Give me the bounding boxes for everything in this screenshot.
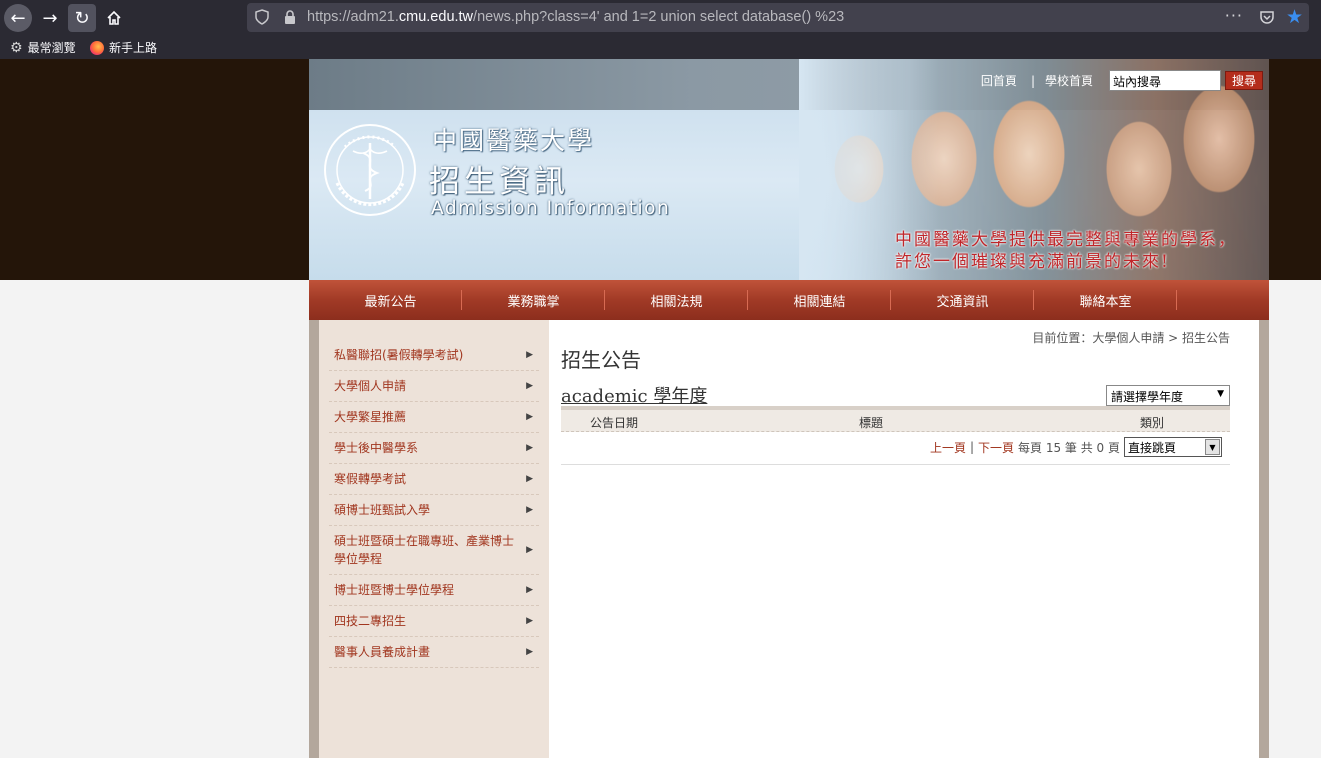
sidebar-item-label: 私醫聯招(暑假轉學考試) [334, 348, 464, 362]
back-icon[interactable]: ← [4, 4, 32, 32]
caret-down-icon: ▼ [1205, 439, 1220, 455]
site-container: 回首頁 | 學校首頁 站內搜尋 搜尋 中國醫藥大學 招生資訊 Admission… [309, 59, 1269, 758]
reload-icon[interactable]: ↻ [68, 4, 96, 32]
university-name: 中國醫藥大學 [432, 126, 595, 155]
pager-info: 每頁 15 筆 共 0 頁 [1018, 440, 1120, 455]
sidebar-item-winter-transfer[interactable]: 寒假轉學考試 ▶ [329, 464, 539, 495]
nav-traffic[interactable]: 交通資訊 [891, 280, 1034, 320]
home-link[interactable]: 回首頁 [981, 72, 1017, 89]
slogan-line-1: 中國醫藥大學提供最完整與專業的學系， [895, 230, 1237, 250]
sidebar-item-personal-application[interactable]: 大學個人申請 ▶ [329, 371, 539, 402]
column-date: 公告日期 [590, 416, 639, 430]
next-page-link[interactable]: 下一頁 [978, 439, 1014, 456]
bookmark-label: 新手上路 [109, 41, 158, 55]
arrow-right-icon: ▶ [526, 647, 533, 657]
bookmarks-toolbar: ⚙ 最常瀏覽 新手上路 [0, 36, 1321, 59]
gear-icon: ⚙ [10, 39, 23, 56]
header-banner: 回首頁 | 學校首頁 站內搜尋 搜尋 中國醫藥大學 招生資訊 Admission… [309, 59, 1269, 280]
more-actions-icon[interactable]: ··· [1225, 6, 1243, 25]
bookmark-most-visited[interactable]: ⚙ 最常瀏覽 [10, 39, 76, 56]
sidebar-item-label: 四技二專招生 [334, 614, 407, 628]
sidebar-item-masters-programs[interactable]: 碩士班暨碩士在職專班、產業博士學位學程 ▶ [329, 526, 539, 575]
home-icon[interactable] [100, 4, 128, 32]
right-border [1259, 320, 1269, 758]
main-content: 目前位置：大學個人申請 > 招生公告 招生公告 academic 學年度 請選擇… [549, 320, 1259, 758]
pager-separator: | [969, 440, 974, 454]
arrow-right-icon: ▶ [526, 616, 533, 626]
sidebar-item-label: 大學繁星推薦 [334, 410, 407, 424]
section-title: 招生資訊 [429, 164, 569, 200]
academic-year-select-value: 請選擇學年度 [1111, 390, 1184, 404]
url-text[interactable]: https://adm21.cmu.edu.tw/news.php?class=… [307, 9, 844, 25]
url-prefix: https://adm21. [307, 9, 399, 25]
sidebar-item-label: 醫事人員養成計畫 [334, 645, 431, 659]
pocket-icon[interactable] [1259, 9, 1275, 25]
arrow-right-icon: ▶ [526, 443, 533, 453]
caret-down-icon: ▼ [1217, 389, 1224, 399]
sidebar-item-label: 碩士班暨碩士在職專班、產業博士學位學程 [334, 534, 515, 566]
sidebar-item-medical-personnel-plan[interactable]: 醫事人員養成計畫 ▶ [329, 637, 539, 668]
top-links: 回首頁 | 學校首頁 站內搜尋 搜尋 [981, 70, 1263, 91]
sidebar-item-label: 大學個人申請 [334, 379, 407, 393]
section-title-english: Admission Information [431, 198, 671, 219]
sidebar-item-post-bacc-chinese-medicine[interactable]: 學士後中醫學系 ▶ [329, 433, 539, 464]
nav-duties[interactable]: 業務職掌 [462, 280, 605, 320]
nav-contact[interactable]: 聯絡本室 [1034, 280, 1177, 320]
sidebar: 私醫聯招(暑假轉學考試) ▶ 大學個人申請 ▶ 大學繁星推薦 ▶ 學士後中醫學系 ▶ 寒… [319, 320, 549, 758]
bookmark-getting-started[interactable]: 新手上路 [90, 39, 157, 56]
slogan: 中國醫藥大學提供最完整與專業的學系， 許您一個璀璨與充滿前景的未來! [895, 229, 1237, 273]
arrow-right-icon: ▶ [526, 505, 533, 515]
top-link-separator: | [1030, 73, 1035, 88]
jump-page-value: 直接跳頁 [1128, 441, 1177, 455]
breadcrumb: 目前位置：大學個人申請 > 招生公告 [1032, 331, 1230, 345]
sidebar-item-label: 博士班暨博士學位學程 [334, 583, 455, 597]
arrow-right-icon: ▶ [526, 412, 533, 422]
shield-icon[interactable] [255, 9, 269, 25]
lock-icon[interactable] [283, 9, 297, 25]
site-search-input[interactable]: 站內搜尋 [1109, 70, 1221, 91]
browser-toolbar: ← → ↻ https://adm21.cmu.edu.tw/news.php?… [0, 0, 1321, 36]
page-title: 招生公告 [561, 348, 641, 372]
sidebar-item-label: 寒假轉學考試 [334, 472, 407, 486]
nav-links[interactable]: 相關連結 [748, 280, 891, 320]
arrow-right-icon: ▶ [526, 474, 533, 484]
column-category: 類別 [1140, 416, 1165, 430]
sidebar-item-star-plan[interactable]: 大學繁星推薦 ▶ [329, 402, 539, 433]
arrow-right-icon: ▶ [526, 545, 533, 555]
jump-page-select[interactable]: 直接跳頁 ▼ [1124, 437, 1222, 457]
prev-page-link[interactable]: 上一頁 [930, 439, 966, 456]
academic-year-title: academic 學年度 [561, 386, 708, 407]
news-table-header: 公告日期 標題 類別 [561, 406, 1230, 432]
pagination-controls: 上一頁 | 下一頁 每頁 15 筆 共 0 頁 直接跳頁 ▼ [930, 437, 1222, 457]
bookmark-star-icon[interactable]: ★ [1286, 6, 1303, 28]
sidebar-item-private-medical-transfer[interactable]: 私醫聯招(暑假轉學考試) ▶ [329, 340, 539, 371]
sidebar-item-doctoral-programs[interactable]: 博士班暨博士學位學程 ▶ [329, 575, 539, 606]
url-path: /news.php?class=4' and 1=2 union select … [473, 9, 845, 25]
sidebar-item-graduate-screening[interactable]: 碩博士班甄試入學 ▶ [329, 495, 539, 526]
slogan-line-2: 許您一個璀璨與充滿前景的未來! [895, 252, 1170, 272]
academic-year-select[interactable]: 請選擇學年度 ▼ [1106, 385, 1230, 406]
search-button[interactable]: 搜尋 [1225, 71, 1263, 90]
sidebar-item-label: 碩博士班甄試入學 [334, 503, 431, 517]
arrow-right-icon: ▶ [526, 381, 533, 391]
arrow-right-icon: ▶ [526, 350, 533, 360]
university-seal-logo [324, 124, 416, 216]
sidebar-item-label: 學士後中醫學系 [334, 441, 419, 455]
main-nav: 最新公告 業務職掌 相關法規 相關連結 交通資訊 聯絡本室 [309, 280, 1269, 320]
sidebar-item-technical-admission[interactable]: 四技二專招生 ▶ [329, 606, 539, 637]
column-title: 標題 [859, 416, 884, 430]
school-home-link[interactable]: 學校首頁 [1045, 72, 1093, 89]
address-bar[interactable]: https://adm21.cmu.edu.tw/news.php?class=… [247, 3, 1309, 32]
nav-regulations[interactable]: 相關法規 [605, 280, 748, 320]
left-border [309, 320, 319, 758]
forward-icon[interactable]: → [36, 4, 64, 32]
pagination: 上一頁 | 下一頁 每頁 15 筆 共 0 頁 直接跳頁 ▼ [561, 434, 1230, 465]
firefox-icon [90, 40, 104, 55]
bookmark-label: 最常瀏覽 [27, 41, 76, 55]
nav-latest-news[interactable]: 最新公告 [319, 280, 462, 320]
url-host: cmu.edu.tw [398, 9, 474, 25]
arrow-right-icon: ▶ [526, 585, 533, 595]
